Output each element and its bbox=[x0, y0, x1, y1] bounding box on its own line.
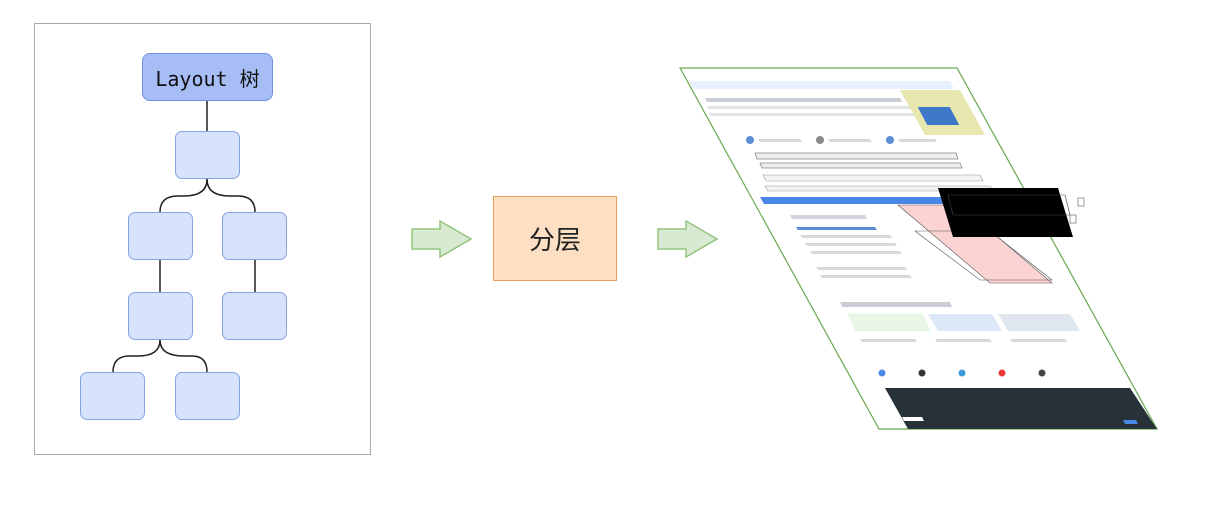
page-footer bbox=[885, 388, 1157, 429]
layout-tree-root: Layout 树 bbox=[142, 53, 273, 101]
layering-step-label: 分层 bbox=[528, 226, 581, 256]
layering-step-box: 分层 bbox=[493, 196, 617, 281]
tree-node bbox=[128, 212, 193, 260]
black-layer bbox=[938, 188, 1073, 237]
tree-node bbox=[80, 372, 145, 420]
right-arrow-icon bbox=[411, 219, 473, 259]
tree-node bbox=[222, 212, 287, 260]
tree-node bbox=[175, 372, 240, 420]
tree-node bbox=[128, 292, 193, 340]
tree-node bbox=[222, 292, 287, 340]
page-banner bbox=[689, 81, 954, 89]
layout-tree-root-label: Layout 树 bbox=[155, 66, 260, 91]
layered-page-illustration bbox=[678, 67, 1159, 430]
tree-node bbox=[175, 131, 240, 179]
